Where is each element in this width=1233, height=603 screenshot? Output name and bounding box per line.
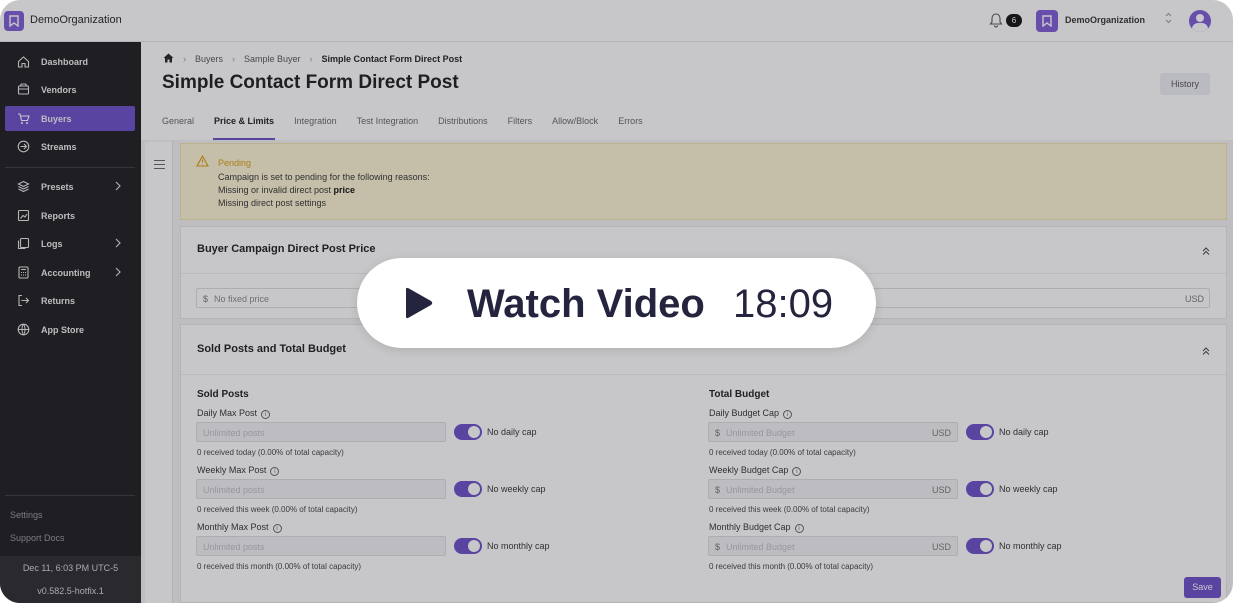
watch-video-label: Watch Video bbox=[467, 282, 705, 326]
video-duration: 18:09 bbox=[733, 282, 834, 326]
play-icon bbox=[403, 287, 433, 319]
app-window: DemoOrganization 6 DemoOrganization Dash… bbox=[0, 0, 1233, 603]
watch-video-button[interactable]: Watch Video 18:09 bbox=[357, 258, 876, 348]
